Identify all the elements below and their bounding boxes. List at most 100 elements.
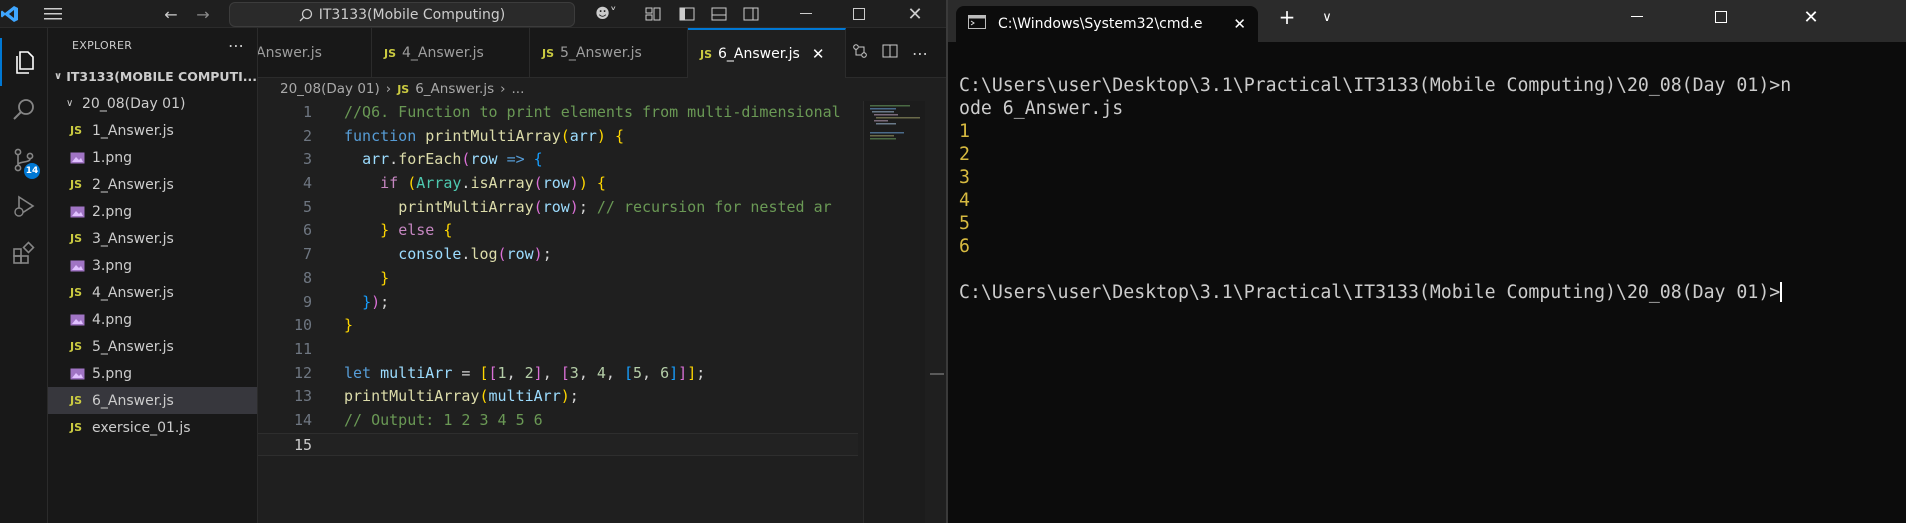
- root-folder[interactable]: ∨ IT3133(MOBILE COMPUTI...: [48, 63, 257, 90]
- file-item[interactable]: JS 2_Answer.js: [48, 171, 257, 198]
- terminal-tab[interactable]: C:\Windows\System32\cmd.e ✕: [956, 6, 1258, 42]
- code-token: function: [344, 126, 417, 145]
- toggle-panel-icon[interactable]: [708, 0, 730, 28]
- tab-5-answer[interactable]: JS 5_Answer.js: [530, 28, 688, 78]
- chevron-right-icon: ›: [385, 81, 392, 97]
- search-text: IT3133(Mobile Computing): [318, 6, 506, 23]
- file-item[interactable]: JS 3_Answer.js: [48, 225, 257, 252]
- file-label: 1.png: [92, 149, 133, 166]
- file-item[interactable]: 5.png: [48, 360, 257, 387]
- file-label: 4.png: [92, 311, 133, 328]
- code-token: arr: [569, 126, 597, 145]
- copilot-icon[interactable]: ☻˅: [588, 0, 624, 28]
- breadcrumb-folder[interactable]: 20_08(Day 01): [280, 81, 380, 97]
- maximize-button[interactable]: [1698, 0, 1744, 34]
- code-line: 11: [258, 338, 858, 362]
- close-window-button[interactable]: ✕: [1788, 0, 1834, 34]
- line-number: 13: [293, 387, 312, 406]
- code-line: 5 printMultiArray(row); // recursion for…: [258, 196, 858, 220]
- file-item[interactable]: JS exersice_01.js: [48, 414, 257, 441]
- tab-3-answer[interactable]: Answer.js: [258, 28, 372, 78]
- chevron-down-icon: ∨: [66, 98, 74, 109]
- more-actions-icon[interactable]: ⋯: [228, 36, 245, 55]
- line-number: 15: [293, 435, 312, 454]
- split-editor-icon[interactable]: [882, 43, 898, 63]
- file-item[interactable]: 4.png: [48, 306, 257, 333]
- js-file-icon: JS: [70, 421, 83, 434]
- source-control-icon[interactable]: 14: [0, 136, 48, 184]
- cmd-icon: [968, 15, 986, 33]
- explorer-icon[interactable]: [0, 38, 48, 86]
- code-token: multiArr: [380, 363, 453, 382]
- terminal-output[interactable]: C:\Users\user\Desktop\3.1\Practical\IT31…: [959, 74, 1899, 304]
- toggle-secondary-sidebar-icon[interactable]: [740, 0, 762, 28]
- close-tab-icon[interactable]: ✕: [1233, 15, 1246, 33]
- breadcrumb-file[interactable]: 6_Answer.js: [415, 81, 494, 97]
- more-actions-icon[interactable]: ⋯: [912, 44, 928, 63]
- minimap-preview: [870, 105, 920, 140]
- code-number: 1: [497, 363, 507, 382]
- output-line: 5: [959, 213, 970, 234]
- file-label: 3_Answer.js: [92, 230, 174, 247]
- tab-4-answer[interactable]: JS 4_Answer.js: [372, 28, 530, 78]
- file-label: 5.png: [92, 365, 133, 382]
- code-comment: // Output: 1 2 3 4 5 6: [344, 410, 543, 429]
- code-line: 8 }: [258, 267, 858, 291]
- search-icon[interactable]: [0, 86, 48, 134]
- file-item[interactable]: JS 6_Answer.js: [48, 387, 257, 414]
- code-number: 3: [569, 363, 579, 382]
- run-debug-icon[interactable]: [0, 182, 48, 230]
- subfolder-label: 20_08(Day 01): [82, 95, 186, 112]
- file-item[interactable]: JS 5_Answer.js: [48, 333, 257, 360]
- code-line: 6 } else {: [258, 219, 858, 243]
- terminal-titlebar: C:\Windows\System32\cmd.e ✕ + ∨ ✕: [948, 0, 1906, 42]
- code-token: printMultiArray: [425, 126, 561, 145]
- code-line-current: 15: [258, 432, 858, 457]
- close-tab-icon[interactable]: ✕: [812, 45, 825, 63]
- output-line: 1: [959, 121, 970, 142]
- image-file-icon: [70, 152, 92, 164]
- image-file-icon: [70, 206, 92, 218]
- back-arrow-icon[interactable]: ←: [158, 0, 184, 28]
- extensions-icon[interactable]: [0, 229, 48, 277]
- forward-arrow-icon[interactable]: →: [190, 0, 216, 28]
- line-number: 14: [293, 410, 312, 429]
- file-label: exersice_01.js: [92, 419, 191, 436]
- minimap[interactable]: [863, 101, 925, 523]
- js-file-icon: JS: [542, 46, 555, 60]
- line-number: 6: [302, 221, 312, 240]
- final-prompt-line: C:\Users\user\Desktop\3.1\Practical\IT31…: [959, 281, 1899, 304]
- layout-icon[interactable]: [642, 0, 664, 28]
- file-label: 2_Answer.js: [92, 176, 174, 193]
- menu-icon[interactable]: [38, 0, 68, 28]
- line-number: 9: [302, 292, 312, 311]
- code-line: 2 function printMultiArray(arr) {: [258, 125, 858, 149]
- chevron-down-icon[interactable]: ∨: [1304, 0, 1350, 34]
- file-item[interactable]: JS 1_Answer.js: [48, 117, 257, 144]
- toggle-sidebar-icon[interactable]: [676, 0, 698, 28]
- maximize-button[interactable]: [836, 0, 882, 28]
- file-item[interactable]: 2.png: [48, 198, 257, 225]
- file-label: 4_Answer.js: [92, 284, 174, 301]
- close-window-button[interactable]: ✕: [892, 0, 938, 28]
- minimize-button[interactable]: [1614, 0, 1660, 34]
- code-token: if: [380, 174, 399, 193]
- code-number: 2: [524, 363, 534, 382]
- command-center-search[interactable]: IT3133(Mobile Computing): [229, 2, 575, 27]
- file-item[interactable]: 1.png: [48, 144, 257, 171]
- tab-6-answer[interactable]: JS 6_Answer.js ✕: [688, 28, 846, 78]
- editor-scrollbar[interactable]: [930, 101, 944, 523]
- code-token: isArray: [470, 174, 534, 193]
- line-number: 3: [302, 150, 312, 169]
- code-editor[interactable]: 1 //Q6. Function to print elements from m…: [258, 101, 858, 521]
- terminal-tab-title: C:\Windows\System32\cmd.e: [998, 16, 1203, 32]
- js-file-icon: JS: [397, 82, 410, 96]
- breadcrumb-tail[interactable]: ...: [512, 81, 525, 97]
- tab-label: 6_Answer.js: [718, 46, 800, 62]
- compare-changes-icon[interactable]: [852, 43, 868, 63]
- subfolder[interactable]: ∨ 20_08(Day 01): [48, 90, 257, 117]
- code-line: 4 if (Array.isArray(row)) {: [258, 172, 858, 196]
- minimize-button[interactable]: [783, 0, 829, 28]
- file-item[interactable]: 3.png: [48, 252, 257, 279]
- file-item[interactable]: JS 4_Answer.js: [48, 279, 257, 306]
